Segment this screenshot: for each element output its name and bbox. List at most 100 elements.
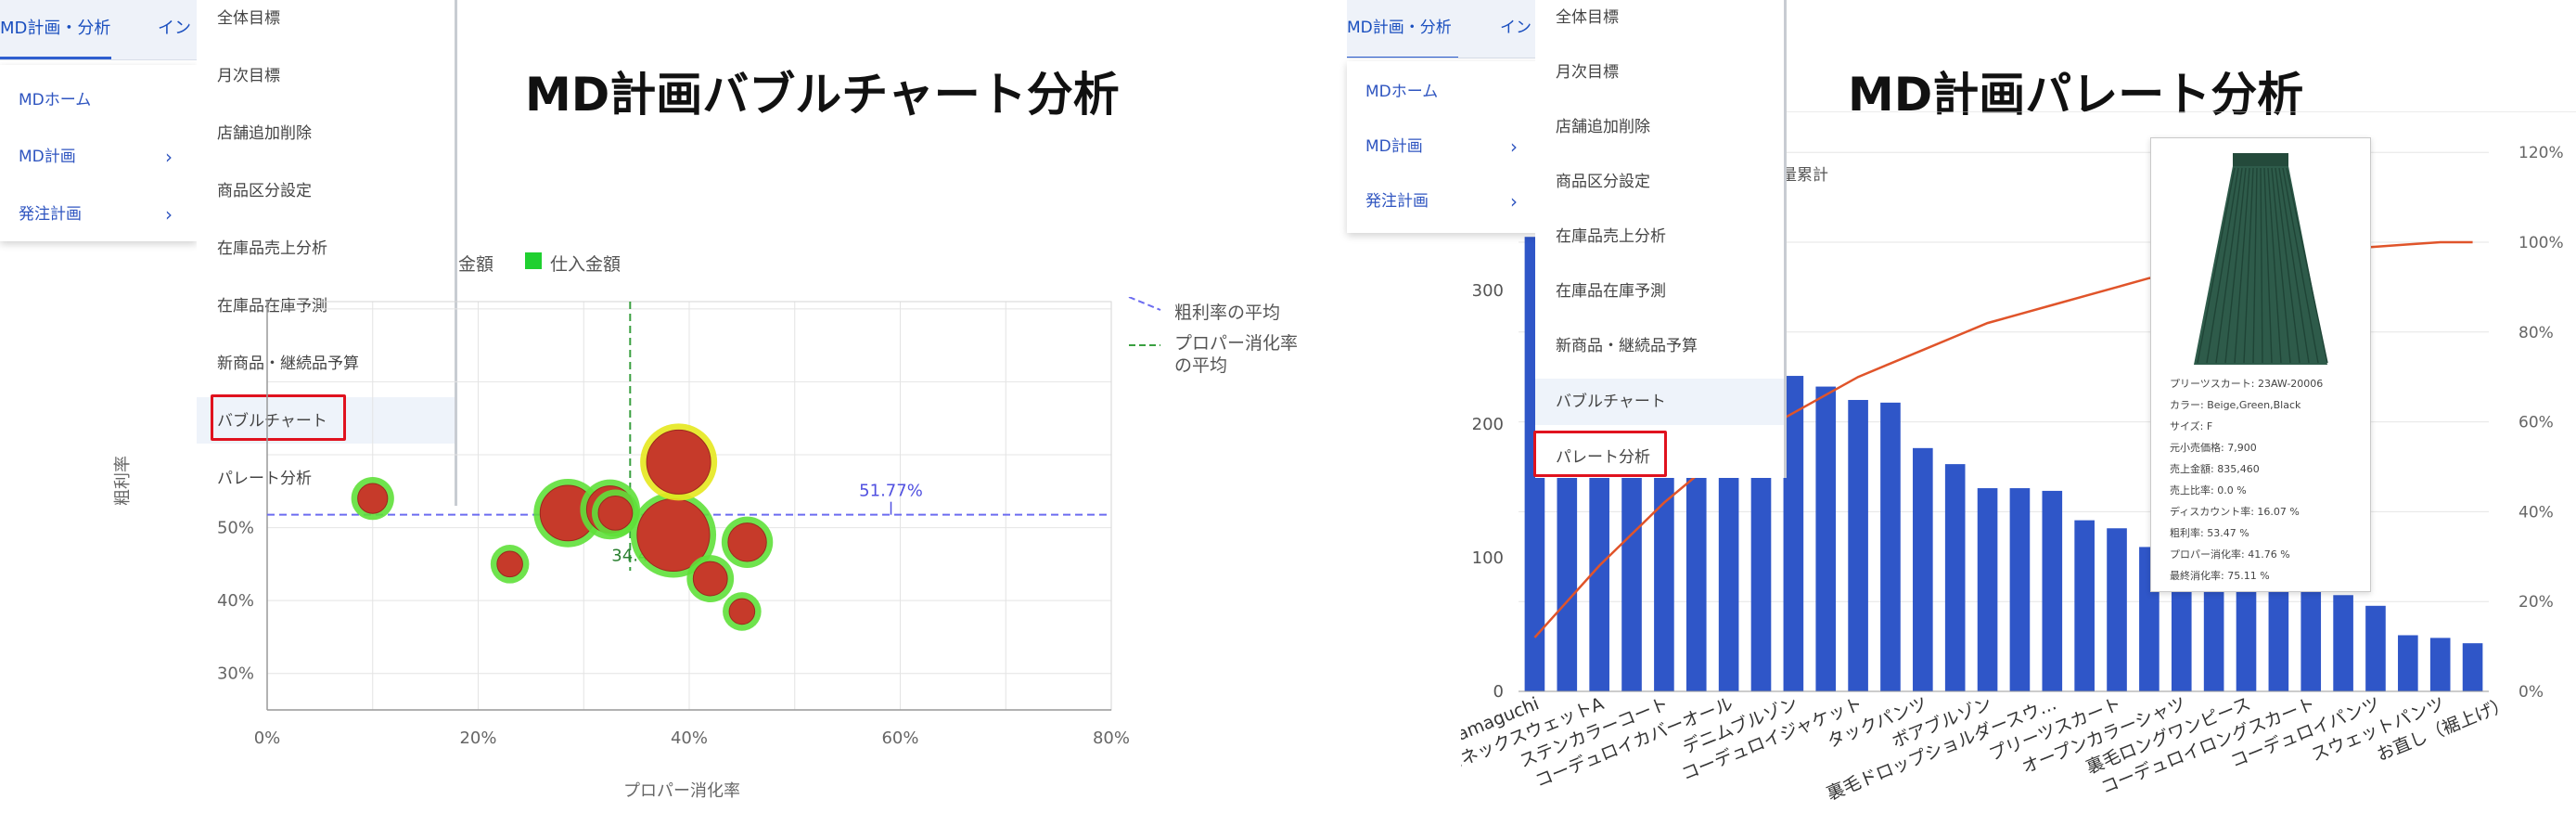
nav-tab-bar: MD計画・分析 イン	[0, 0, 197, 60]
chevron-right-icon: ›	[165, 146, 173, 168]
menu-item-product-category[interactable]: 商品区分設定	[1556, 168, 1650, 191]
x-tick-label: 40%	[671, 728, 708, 748]
menu-item-overall-target[interactable]: 全体目標	[217, 5, 280, 28]
y-tick-label: 30%	[217, 664, 254, 684]
legend-item-avg-margin: 粗利率の平均	[1174, 303, 1281, 323]
menu-item-store-add-delete[interactable]: 店舗追加削除	[217, 120, 312, 143]
pareto-bar	[1944, 464, 1966, 691]
tooltip-line: 売上金額: 835,460	[2170, 463, 2260, 475]
y-tick-label: 50%	[217, 519, 254, 538]
pareto-bar	[2107, 528, 2127, 691]
x-tick-label: 20%	[459, 728, 496, 748]
legend-partial-cumulative: 量累計	[1781, 166, 1828, 185]
menu-item-store-add-delete[interactable]: 店舗追加削除	[1556, 113, 1650, 136]
page-title: MD計画バブルチャート分析	[525, 68, 1120, 122]
bubble-point	[357, 483, 389, 514]
menu-item-product-category[interactable]: 商品区分設定	[217, 177, 312, 200]
pareto-bar	[1880, 402, 1901, 691]
pareto-bar	[1977, 488, 1998, 691]
submenu-item-order-plan[interactable]: 発注計画 ›	[1347, 187, 1542, 215]
x-tick-label: 80%	[1093, 728, 1130, 748]
tab-inventory[interactable]: イン	[1500, 0, 1532, 57]
submenu-item-label: MD計画	[1365, 137, 1423, 156]
pareto-bar	[1848, 399, 1868, 691]
bubble-point	[597, 495, 634, 531]
pareto-bar	[2074, 520, 2095, 691]
y-axis-label: 粗利率	[113, 456, 133, 506]
bubble-point	[728, 598, 756, 625]
pareto-bar	[2042, 490, 2063, 691]
chevron-right-icon: ›	[1510, 135, 1518, 158]
y2-tick-label: 0%	[2518, 683, 2544, 702]
submenu-item-order-plan[interactable]: 発注計画 ›	[0, 200, 197, 228]
submenu-item-label: MDホーム	[1365, 83, 1439, 101]
tooltip-line: 売上比率: 0.0 %	[2170, 484, 2247, 496]
bubble-point	[646, 429, 711, 495]
tooltip-line: ディスカウント率: 16.07 %	[2170, 506, 2300, 518]
menu-item-stock-sales-analysis[interactable]: 在庫品売上分析	[1556, 223, 1666, 246]
menu-item-new-product-budget[interactable]: 新商品・継続品予算	[1556, 332, 1698, 355]
x-tick-label: 0%	[254, 728, 281, 748]
pareto-bar	[2333, 595, 2353, 691]
pareto-bar	[2365, 605, 2386, 691]
menu-item-stock-forecast[interactable]: 在庫品在庫予測	[1556, 277, 1666, 301]
pareto-bar	[2462, 643, 2483, 691]
y-tick-label: 0	[1493, 682, 1504, 702]
tab-md-plan-analysis[interactable]: MD計画・分析	[0, 0, 111, 59]
highlight-box	[1533, 431, 1667, 477]
y-tick-label: 100	[1472, 548, 1504, 568]
tab-md-plan-analysis[interactable]: MD計画・分析	[1347, 0, 1458, 58]
nav-tab-bar: MD計画・分析 イン	[1347, 0, 1542, 58]
analysis-menu: 全体目標 月次目標 店舗追加削除 商品区分設定 在庫品売上分析 在庫品在庫予測 …	[1535, 0, 1787, 478]
tooltip-line: 最終消化率: 75.11 %	[2170, 570, 2270, 582]
tooltip-line: 粗利率: 53.47 %	[2170, 527, 2249, 539]
y-tick-label: 40%	[217, 591, 254, 611]
y2-tick-label: 80%	[2518, 324, 2554, 342]
legend-item-avg-proper: プロパー消化率の平均	[1174, 333, 1299, 376]
nav-submenu: MDホーム MD計画 › 発注計画 ›	[0, 65, 197, 241]
menu-item-monthly-target[interactable]: 月次目標	[1556, 58, 1619, 82]
menu-item-monthly-target[interactable]: 月次目標	[217, 62, 280, 85]
bubble-point	[692, 561, 728, 597]
chevron-right-icon: ›	[1510, 190, 1518, 213]
tooltip-line: サイズ: F	[2170, 420, 2213, 432]
y2-tick-label: 60%	[2518, 414, 2554, 432]
tooltip-line: 元小売価格: 7,900	[2170, 442, 2257, 454]
x-tick-label: 60%	[881, 728, 918, 748]
submenu-item-label: MD計画	[19, 148, 76, 166]
pareto-bar	[2236, 576, 2257, 691]
pareto-bar	[2398, 635, 2418, 691]
tooltip-line: カラー: Beige,Green,Black	[2170, 399, 2301, 411]
bubble-point	[727, 522, 767, 562]
skirt-image	[2194, 153, 2328, 365]
tooltip-line: プリーツスカート: 23AW-20006	[2170, 378, 2324, 390]
menu-item-stock-sales-analysis[interactable]: 在庫品売上分析	[217, 235, 327, 258]
y2-tick-label: 40%	[2518, 503, 2554, 522]
legend-item-amount: 金額	[458, 254, 494, 275]
tooltip-line: プロパー消化率: 41.76 %	[2170, 548, 2290, 561]
product-tooltip: プリーツスカート: 23AW-20006 カラー: Beige,Green,Bl…	[2150, 137, 2371, 592]
chevron-right-icon: ›	[165, 203, 173, 226]
y-tick-label: 200	[1472, 415, 1504, 434]
menu-item-bubble-chart[interactable]: バブルチャート	[1556, 388, 1666, 411]
y2-tick-label: 100%	[2518, 234, 2564, 252]
y-tick-label: 300	[1472, 281, 1504, 301]
submenu-item-md-plan[interactable]: MD計画 ›	[1347, 133, 1542, 161]
pareto-bar	[1913, 447, 1933, 691]
pareto-bar	[2009, 488, 2031, 691]
pareto-bar	[2268, 579, 2289, 691]
legend-line-icons	[1128, 297, 1161, 346]
pareto-bar	[2300, 589, 2322, 691]
submenu-item-md-home[interactable]: MDホーム	[0, 86, 197, 114]
tab-inventory[interactable]: イン	[158, 0, 191, 57]
pareto-bar	[2429, 638, 2451, 691]
legend-swatch-purchase	[525, 252, 542, 269]
bubble-point	[496, 550, 523, 578]
submenu-item-md-plan[interactable]: MD計画 ›	[0, 143, 197, 171]
submenu-item-md-home[interactable]: MDホーム	[1347, 78, 1542, 106]
submenu-item-label: 発注計画	[19, 205, 82, 224]
menu-item-overall-target[interactable]: 全体目標	[1556, 4, 1619, 27]
avg-margin-label: 51.77%	[859, 482, 923, 501]
legend-item-purchase-amount: 仕入金額	[550, 254, 622, 275]
y2-tick-label: 20%	[2518, 593, 2554, 612]
